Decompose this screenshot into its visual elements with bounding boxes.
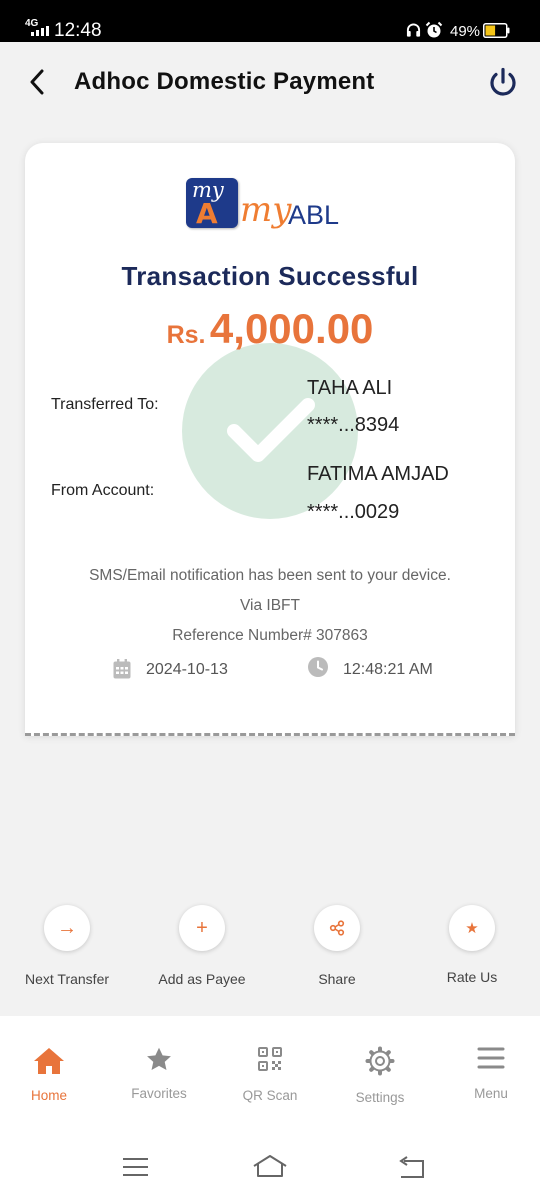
transaction-amount: Rs. 4,000.00: [25, 305, 515, 353]
nav-qr-scan[interactable]: QR Scan: [225, 1046, 315, 1103]
transaction-receipt-card: my A my ABL Transaction Successful Rs. 4…: [25, 143, 515, 736]
menu-icon: [477, 1047, 505, 1069]
nav-label: Home: [30, 1088, 67, 1103]
rate-us-button[interactable]: ★ Rate Us: [417, 905, 527, 985]
reference-number: Reference Number# 307863: [172, 627, 368, 644]
signal-icon: [31, 24, 49, 36]
action-label: Rate Us: [446, 969, 498, 985]
star-icon: [147, 1047, 171, 1071]
qr-icon: [258, 1047, 282, 1071]
nav-favorites[interactable]: Favorites: [114, 1046, 204, 1101]
arrow-right-icon: →: [44, 905, 90, 951]
sender-account: ****...0029: [307, 501, 400, 523]
page-title: Adhoc Domestic Payment: [74, 68, 375, 95]
nav-settings[interactable]: Settings: [335, 1046, 425, 1105]
recents-menu-icon[interactable]: [122, 1156, 149, 1178]
nav-home[interactable]: Home: [4, 1046, 94, 1103]
transaction-date: 2024-10-13: [146, 661, 228, 678]
logo-text: A: [196, 197, 218, 230]
transfer-method: Via IBFT: [239, 597, 300, 614]
logo-text: ABL: [288, 200, 340, 230]
nav-label: Favorites: [131, 1086, 187, 1101]
share-icon: [314, 905, 360, 951]
chevron-left-icon: [30, 69, 44, 95]
logout-power-icon[interactable]: [486, 66, 520, 100]
nav-label: Settings: [355, 1090, 405, 1105]
alarm-icon: [425, 21, 443, 38]
nav-label: Menu: [474, 1086, 508, 1101]
share-button[interactable]: Share: [282, 905, 392, 987]
action-label: Next Transfer: [24, 971, 110, 987]
nav-menu[interactable]: Menu: [446, 1046, 536, 1101]
sender-name: FATIMA AMJAD: [307, 463, 449, 485]
clock-icon: [308, 657, 328, 677]
notification-text: SMS/Email notification has been sent to …: [89, 567, 451, 584]
headset-icon: [406, 23, 421, 37]
from-account-label: From Account:: [51, 482, 155, 499]
battery-percent: 49%: [450, 23, 481, 40]
transaction-time: 12:48:21 AM: [343, 661, 433, 678]
currency-label: Rs.: [166, 321, 206, 349]
back-system-icon[interactable]: [398, 1156, 426, 1180]
logo-text: my: [240, 190, 292, 230]
status-bar: 4G 12:48 49%: [0, 0, 540, 42]
system-navigation-bar: [0, 1136, 540, 1200]
gear-icon: [365, 1046, 395, 1076]
home-system-icon[interactable]: [252, 1154, 288, 1180]
action-label: Share: [318, 971, 356, 987]
payee-account: ****...8394: [307, 414, 400, 436]
success-title: Transaction Successful: [121, 261, 419, 291]
plus-icon: +: [179, 905, 225, 951]
payee-name: TAHA ALI: [307, 377, 393, 399]
calendar-icon: [113, 659, 131, 679]
amount-value: 4,000.00: [209, 305, 374, 352]
receipt-torn-edge: [25, 733, 515, 737]
nav-label: QR Scan: [242, 1088, 298, 1103]
star-icon: ★: [449, 905, 495, 951]
transferred-to-label: Transferred To:: [51, 396, 159, 413]
home-icon: [34, 1048, 64, 1074]
add-as-payee-button[interactable]: + Add as Payee: [147, 905, 257, 987]
myabl-logo: my A my ABL: [186, 178, 356, 240]
back-button[interactable]: [22, 66, 52, 98]
bottom-navigation: Home Favorites QR Scan Settings Menu: [0, 1016, 540, 1136]
logo-box: my A: [186, 178, 238, 228]
battery-icon: [483, 23, 510, 38]
status-time: 12:48: [54, 20, 102, 41]
next-transfer-button[interactable]: → Next Transfer: [12, 905, 122, 987]
app-header: Adhoc Domestic Payment: [0, 42, 540, 122]
action-label: Add as Payee: [158, 971, 246, 987]
